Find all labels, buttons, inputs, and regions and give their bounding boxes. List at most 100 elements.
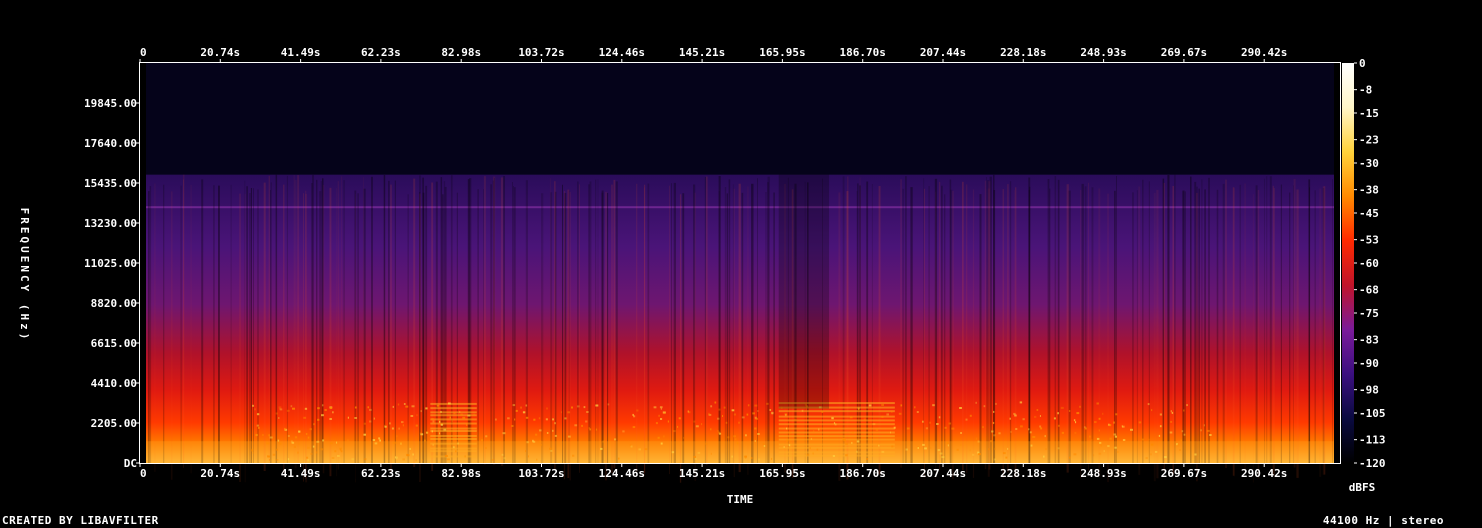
speckle [960, 444, 962, 446]
speckle [379, 439, 381, 442]
texture-stripe [611, 184, 613, 473]
speckle [287, 435, 290, 437]
speckle [399, 441, 403, 444]
speckle [941, 456, 945, 459]
speckle [1114, 435, 1117, 438]
speckle [851, 431, 855, 434]
speckle [369, 420, 372, 423]
speckle [339, 448, 342, 451]
speckle [416, 414, 418, 417]
speckle [886, 413, 889, 416]
speckle [717, 417, 720, 420]
speckle [275, 412, 278, 415]
speckle [868, 404, 872, 407]
speckle [978, 453, 981, 456]
colorbar-label: dBFS [1349, 481, 1376, 494]
speckle [421, 459, 423, 462]
texture-stripe [493, 176, 496, 465]
speckle [982, 426, 984, 429]
colorbar-tick-label: -8 [1359, 84, 1372, 97]
texture-stripe [1148, 181, 1150, 470]
texture-stripe [148, 191, 150, 480]
x-tick-label-top: 0 [140, 46, 147, 59]
speckle [754, 427, 757, 430]
speckle [290, 440, 293, 443]
speckle [763, 445, 766, 447]
speckle [1002, 452, 1006, 455]
texture-stripe [986, 177, 987, 466]
texture-stripe [900, 179, 902, 468]
speckle [705, 442, 708, 445]
speckle [900, 404, 903, 407]
speckle [419, 432, 422, 435]
speckle [293, 445, 296, 448]
colorbar-tick-label: -45 [1359, 207, 1379, 220]
texture-stripe [239, 193, 241, 482]
speckle [276, 448, 278, 451]
speckle [554, 434, 557, 437]
texture-stripe [213, 185, 215, 474]
texture-stripe [1319, 188, 1322, 477]
colorbar-tick-label: -15 [1359, 107, 1379, 120]
speckle [1145, 457, 1148, 459]
speckle [995, 402, 997, 405]
speckle [1061, 431, 1064, 434]
speckle [567, 435, 571, 438]
speckle [693, 455, 696, 458]
speckle [286, 409, 290, 412]
speckle [821, 410, 824, 413]
speckle [331, 457, 335, 459]
speckle [816, 448, 819, 451]
speckle [1149, 453, 1152, 456]
speckle [905, 448, 908, 451]
speckle [1122, 439, 1126, 441]
texture-stripe [1225, 179, 1227, 468]
texture-stripe [354, 190, 357, 479]
speckle [444, 454, 446, 457]
speckle [520, 406, 522, 409]
texture-stripe [1222, 183, 1225, 473]
speckle [354, 406, 357, 409]
texture-stripe [747, 186, 749, 475]
texture-stripe [388, 180, 390, 470]
x-tick-label-bottom: 145.21s [679, 467, 725, 480]
texture-stripe [293, 175, 295, 464]
colorbar-tick-label: -120 [1359, 457, 1386, 470]
texture-stripe [275, 174, 278, 464]
texture-stripe [456, 192, 458, 482]
speckle [872, 423, 876, 426]
texture-stripe [1091, 187, 1094, 476]
speckle [701, 423, 703, 426]
speckle [988, 448, 990, 451]
harmonic-band [430, 427, 477, 430]
y-tick-label: 15435.00 [84, 177, 137, 190]
texture-stripe [1216, 189, 1219, 479]
texture-stripe [250, 188, 252, 477]
speckle [714, 401, 717, 404]
speckle [881, 450, 885, 453]
speckle [466, 423, 468, 426]
texture-stripe [363, 177, 364, 466]
x-tick-label-bottom: 20.74s [200, 467, 240, 480]
texture-stripe [1007, 184, 1009, 473]
speckle [890, 431, 891, 434]
texture-stripe [613, 179, 616, 469]
texture-stripe [483, 189, 484, 478]
speckle [857, 407, 860, 410]
speckle [1073, 419, 1076, 422]
speckle [464, 455, 466, 458]
speckle [618, 457, 620, 460]
speckle [946, 441, 949, 444]
speckle [771, 411, 774, 414]
texture-stripe [1088, 182, 1089, 472]
texture-stripe [562, 184, 563, 474]
speckle [363, 422, 366, 425]
speckle [269, 436, 273, 439]
speckle [583, 406, 586, 409]
speckle [622, 430, 625, 433]
colorbar: 0 -8 -15 -23 -30 -38 -45 -53 -60 -68 -75 -83 -90 -98 -… [1342, 57, 1386, 494]
speckle [1079, 405, 1081, 408]
texture-stripe [357, 193, 359, 482]
colorbar-tick-label: -30 [1359, 157, 1379, 170]
speckle [752, 412, 755, 415]
